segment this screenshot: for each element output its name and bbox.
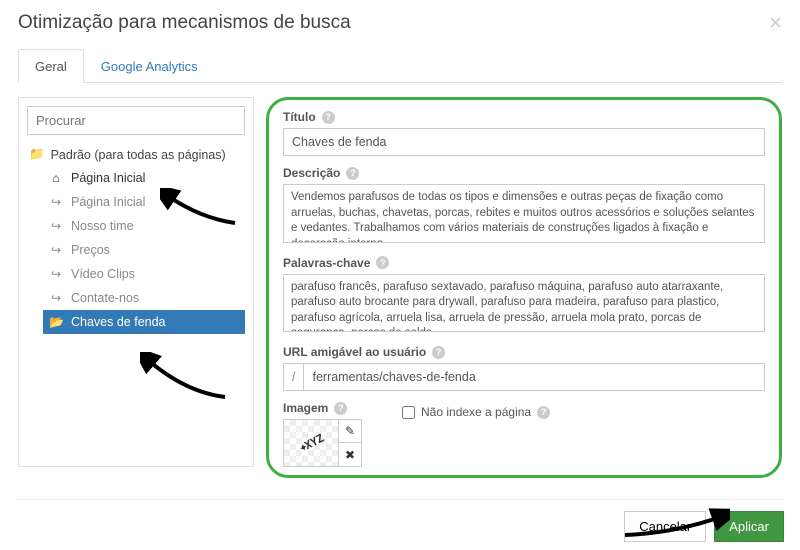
- remove-icon: ✖: [345, 448, 355, 462]
- help-icon[interactable]: ?: [432, 346, 445, 359]
- sidebar-item-label: Nosso time: [71, 219, 134, 233]
- sidebar-item-video[interactable]: ↪ Vídeo Clips: [43, 262, 245, 286]
- share-icon: ↪: [49, 267, 63, 281]
- help-icon[interactable]: ?: [322, 111, 335, 124]
- sidebar-item-contact[interactable]: ↪ Contate-nos: [43, 286, 245, 310]
- tree-root-label: Padrão (para todas as páginas): [51, 148, 226, 162]
- share-icon: ↪: [49, 291, 63, 305]
- home-icon: ⌂: [49, 171, 63, 185]
- url-input[interactable]: [303, 363, 765, 391]
- sidebar-item-prices[interactable]: ↪ Preços: [43, 238, 245, 262]
- modal-title: Otimização para mecanismos de busca: [18, 12, 351, 34]
- noindex-label: Não indexe a página: [421, 405, 531, 419]
- edit-image-button[interactable]: ✎: [339, 420, 361, 443]
- tab-analytics[interactable]: Google Analytics: [84, 49, 215, 83]
- image-label: Imagem: [283, 401, 328, 415]
- folder-icon: 📁: [29, 147, 45, 162]
- footer-separator: [16, 499, 784, 500]
- folder-open-icon: 📂: [49, 315, 63, 329]
- help-icon[interactable]: ?: [334, 402, 347, 415]
- help-icon[interactable]: ?: [376, 256, 389, 269]
- sidebar-item-label: Preços: [71, 243, 110, 257]
- title-input[interactable]: [283, 128, 765, 156]
- keywords-textarea[interactable]: [283, 274, 765, 333]
- pencil-icon: ✎: [345, 424, 355, 438]
- sidebar-item-label: Página Inicial: [71, 195, 145, 209]
- noindex-row[interactable]: Não indexe a página ?: [402, 405, 550, 419]
- sidebar-item-label: Página Inicial: [71, 171, 145, 185]
- sidebar: 📁 Padrão (para todas as páginas) ⌂ Págin…: [18, 97, 254, 467]
- sidebar-item-label: Vídeo Clips: [71, 267, 135, 281]
- sidebar-item-home[interactable]: ⌂ Página Inicial: [43, 166, 245, 190]
- cancel-button[interactable]: Cancelar: [624, 511, 706, 542]
- tabs: Geral Google Analytics: [18, 48, 782, 83]
- sidebar-item-label: Chaves de fenda: [71, 315, 166, 329]
- description-textarea[interactable]: [283, 184, 765, 243]
- sidebar-item-label: Contate-nos: [71, 291, 139, 305]
- search-input[interactable]: [27, 106, 245, 135]
- close-icon[interactable]: ×: [769, 12, 782, 34]
- help-icon[interactable]: ?: [346, 167, 359, 180]
- share-icon: ↪: [49, 195, 63, 209]
- apply-button[interactable]: Aplicar: [714, 511, 784, 542]
- thumb-text: XYZ: [302, 431, 326, 452]
- sidebar-item-screwdrivers[interactable]: 📂 Chaves de fenda: [43, 310, 245, 334]
- tab-general[interactable]: Geral: [18, 49, 84, 83]
- remove-image-button[interactable]: ✖: [339, 443, 361, 466]
- url-label: URL amigável ao usuário: [283, 345, 426, 359]
- tree-root[interactable]: 📁 Padrão (para todas as páginas): [27, 143, 245, 166]
- highlight-frame: Título ? Descrição ? Palavras-chave: [266, 97, 782, 478]
- share-icon: ↪: [49, 219, 63, 233]
- keywords-label: Palavras-chave: [283, 256, 370, 270]
- noindex-checkbox[interactable]: [402, 406, 415, 419]
- sidebar-item-team[interactable]: ↪ Nosso time: [43, 214, 245, 238]
- title-label: Título: [283, 110, 316, 124]
- help-icon[interactable]: ?: [537, 406, 550, 419]
- share-icon: ↪: [49, 243, 63, 257]
- url-prefix: /: [283, 363, 303, 391]
- image-thumbnail[interactable]: XYZ ✎ ✖: [283, 419, 362, 467]
- description-label: Descrição: [283, 166, 340, 180]
- sidebar-item-home2[interactable]: ↪ Página Inicial: [43, 190, 245, 214]
